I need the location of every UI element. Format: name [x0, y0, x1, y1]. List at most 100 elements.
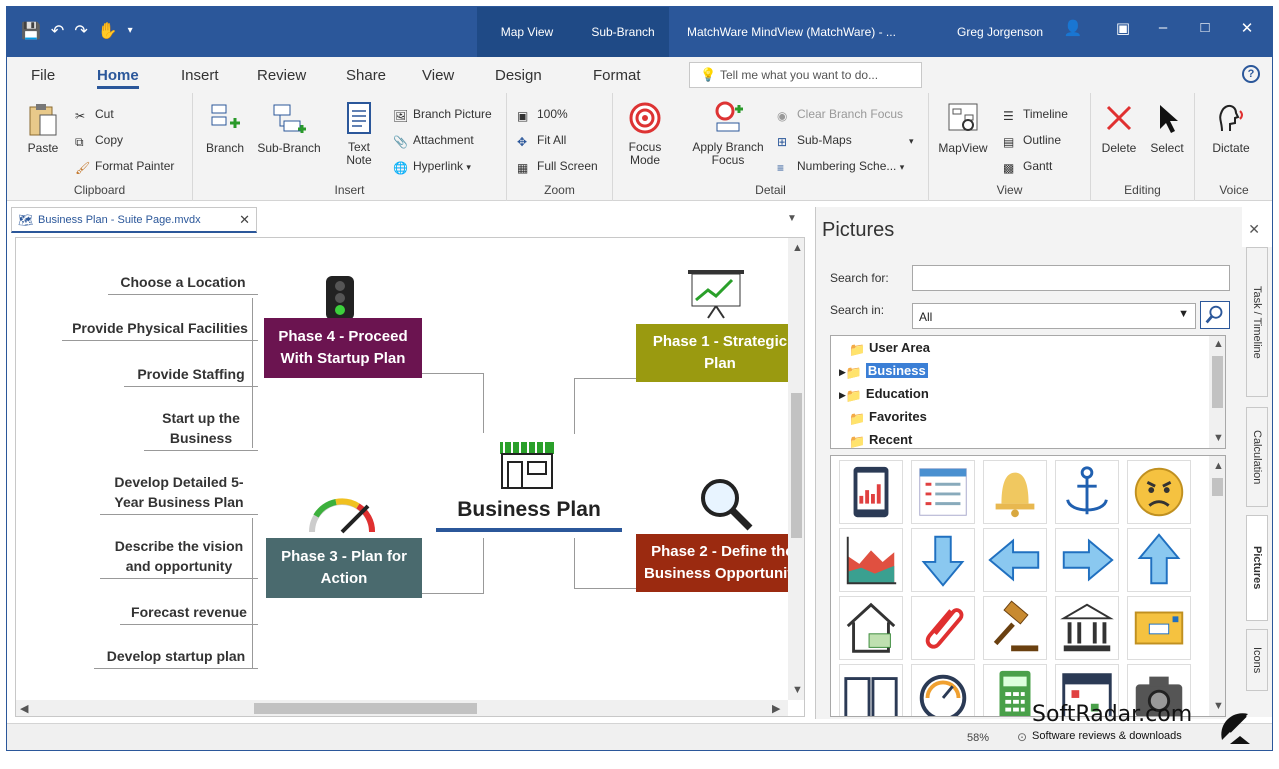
expand-arrow-icon[interactable]: ▶ [839, 390, 846, 400]
branch-picture-button[interactable]: 🖼 Branch Picture [393, 107, 492, 123]
fit-all-button[interactable]: ✥ Fit All [517, 133, 566, 149]
picture-house-money[interactable] [839, 596, 903, 660]
attachment-button[interactable]: 📎 Attachment [393, 133, 474, 149]
zoom-percentage[interactable]: 58% [967, 732, 989, 744]
sub-branch-button[interactable]: Sub-Branch [253, 101, 325, 155]
scroll-thumb[interactable] [791, 393, 802, 538]
leaf-develop-5-year-plan[interactable]: Develop Detailed 5- Year Business Plan [100, 472, 258, 515]
picture-gavel[interactable] [983, 596, 1047, 660]
central-topic[interactable]: Business Plan [436, 498, 622, 522]
leaf-provide-physical-facilities[interactable]: Provide Physical Facilities [62, 318, 258, 341]
mapview-button[interactable]: MapView [935, 101, 991, 155]
picture-tablet-chart[interactable] [839, 460, 903, 524]
help-icon[interactable]: ? [1242, 65, 1260, 83]
user-name[interactable]: Greg Jorgenson [957, 25, 1043, 39]
customize-qat-icon[interactable]: ▾ [128, 21, 133, 41]
outline-button[interactable]: ▤ Outline [1003, 133, 1061, 149]
picture-area-chart[interactable] [839, 528, 903, 592]
dictate-button[interactable]: Dictate [1209, 101, 1253, 155]
canvas-vertical-scrollbar[interactable]: ▲ ▼ [788, 238, 804, 700]
picture-arrow-down[interactable] [911, 528, 975, 592]
scroll-right-icon[interactable]: ▶ [772, 702, 780, 715]
hyperlink-dropdown-icon[interactable]: ▾ [466, 162, 471, 172]
picture-gauge[interactable] [911, 664, 975, 716]
select-button[interactable]: Select [1145, 101, 1189, 155]
copy-button[interactable]: ⧉ Copy [75, 133, 123, 149]
delete-button[interactable]: Delete [1097, 101, 1141, 155]
leaf-start-up-business[interactable]: Start up the Business [144, 408, 258, 451]
tab-share[interactable]: Share [346, 67, 386, 84]
phase-1-node[interactable]: Phase 1 - Strategic Plan [636, 324, 794, 382]
tab-view[interactable]: View [422, 67, 454, 84]
scroll-thumb[interactable] [1212, 356, 1223, 408]
redo-icon[interactable]: ↷ [74, 21, 87, 41]
picture-paperclip[interactable] [911, 596, 975, 660]
scroll-thumb[interactable] [1212, 478, 1223, 496]
canvas-horizontal-scrollbar[interactable]: ◀ ▶ [16, 700, 788, 716]
tab-home[interactable]: Home [97, 67, 139, 89]
leaf-provide-staffing[interactable]: Provide Staffing [124, 364, 258, 387]
scroll-down-icon[interactable]: ▼ [1213, 432, 1224, 444]
tree-item-recent[interactable]: 📁 Recent [849, 432, 912, 448]
phase-2-node[interactable]: Phase 2 - Define the Business Opportunity [636, 534, 794, 592]
minimize-icon[interactable]: – [1149, 19, 1177, 36]
picture-bell[interactable] [983, 460, 1047, 524]
phase-4-node[interactable]: Phase 4 - Proceed With Startup Plan [264, 318, 422, 378]
tell-me-box[interactable]: 💡 Tell me what you want to do... [689, 62, 922, 88]
picture-angry-face[interactable] [1127, 460, 1191, 524]
hyperlink-button[interactable]: 🌐 Hyperlink ▾ [393, 159, 471, 175]
picture-arrow-up[interactable] [1127, 528, 1191, 592]
tree-scrollbar[interactable]: ▲ ▼ [1209, 336, 1225, 448]
leaf-describe-vision[interactable]: Describe the vision and opportunity [100, 536, 258, 579]
undo-icon[interactable]: ↶ [51, 21, 64, 41]
apply-branch-focus-button[interactable]: Apply Branch Focus [685, 101, 771, 167]
close-document-icon[interactable]: ✕ [239, 212, 250, 228]
side-tab-calculation[interactable]: Calculation [1246, 407, 1268, 507]
document-list-dropdown-icon[interactable]: ▼ [787, 213, 797, 224]
picture-envelope[interactable] [1127, 596, 1191, 660]
scroll-down-icon[interactable]: ▼ [792, 684, 803, 696]
scroll-up-icon[interactable]: ▲ [1213, 460, 1224, 472]
sub-maps-button[interactable]: ⊞ Sub-Maps ▾ [777, 133, 914, 149]
sub-maps-dropdown-icon[interactable]: ▾ [909, 136, 914, 146]
numbering-scheme-button[interactable]: ≡ Numbering Sche... ▾ [777, 159, 904, 175]
tree-item-business[interactable]: ▶📁 Business [839, 363, 928, 380]
document-tab[interactable]: 🗺 Business Plan - Suite Page.mvdx ✕ [11, 207, 257, 233]
mindmap-canvas[interactable]: Choose a Location Provide Physical Facil… [15, 237, 805, 717]
maximize-icon[interactable]: □ [1191, 19, 1219, 36]
side-tab-pictures[interactable]: Pictures [1246, 515, 1268, 621]
scroll-up-icon[interactable]: ▲ [1213, 338, 1224, 350]
paste-button[interactable]: Paste [21, 101, 65, 155]
context-tab-map-view[interactable]: Map View [477, 7, 577, 57]
picture-arrow-left[interactable] [983, 528, 1047, 592]
picture-book[interactable] [839, 664, 903, 716]
picture-grid-scrollbar[interactable]: ▲ ▼ [1209, 456, 1225, 716]
picture-bank[interactable] [1055, 596, 1119, 660]
tab-review[interactable]: Review [257, 67, 306, 84]
picture-arrow-right[interactable] [1055, 528, 1119, 592]
scroll-thumb[interactable] [254, 703, 477, 714]
leaf-forecast-revenue[interactable]: Forecast revenue [120, 602, 258, 625]
tab-design[interactable]: Design [495, 67, 542, 84]
search-input[interactable] [912, 265, 1230, 291]
expand-arrow-icon[interactable]: ▶ [839, 367, 846, 377]
context-tab-sub-branch[interactable]: Sub-Branch [577, 7, 669, 57]
full-screen-button[interactable]: ▦ Full Screen [517, 159, 598, 175]
tree-item-favorites[interactable]: 📁 Favorites [849, 409, 927, 426]
tab-insert[interactable]: Insert [181, 67, 219, 84]
zoom-100-button[interactable]: ▣ 100% [517, 107, 568, 123]
text-note-button[interactable]: Text Note [339, 101, 379, 167]
tab-format[interactable]: Format [593, 67, 641, 84]
search-button[interactable] [1200, 301, 1230, 329]
branch-button[interactable]: Branch [203, 101, 247, 155]
picture-action-item[interactable] [911, 460, 975, 524]
tab-file[interactable]: File [31, 67, 55, 84]
close-icon[interactable]: ✕ [1233, 19, 1261, 37]
side-tab-icons[interactable]: Icons [1246, 629, 1268, 691]
save-icon[interactable]: 💾 [21, 21, 41, 41]
search-in-select[interactable]: All ▼ [912, 303, 1196, 329]
ribbon-display-options-icon[interactable]: ▣ [1109, 19, 1137, 37]
cut-button[interactable]: ✂ Cut [75, 107, 114, 123]
leaf-choose-location[interactable]: Choose a Location [108, 272, 258, 295]
phase-3-node[interactable]: Phase 3 - Plan for Action [266, 538, 422, 598]
